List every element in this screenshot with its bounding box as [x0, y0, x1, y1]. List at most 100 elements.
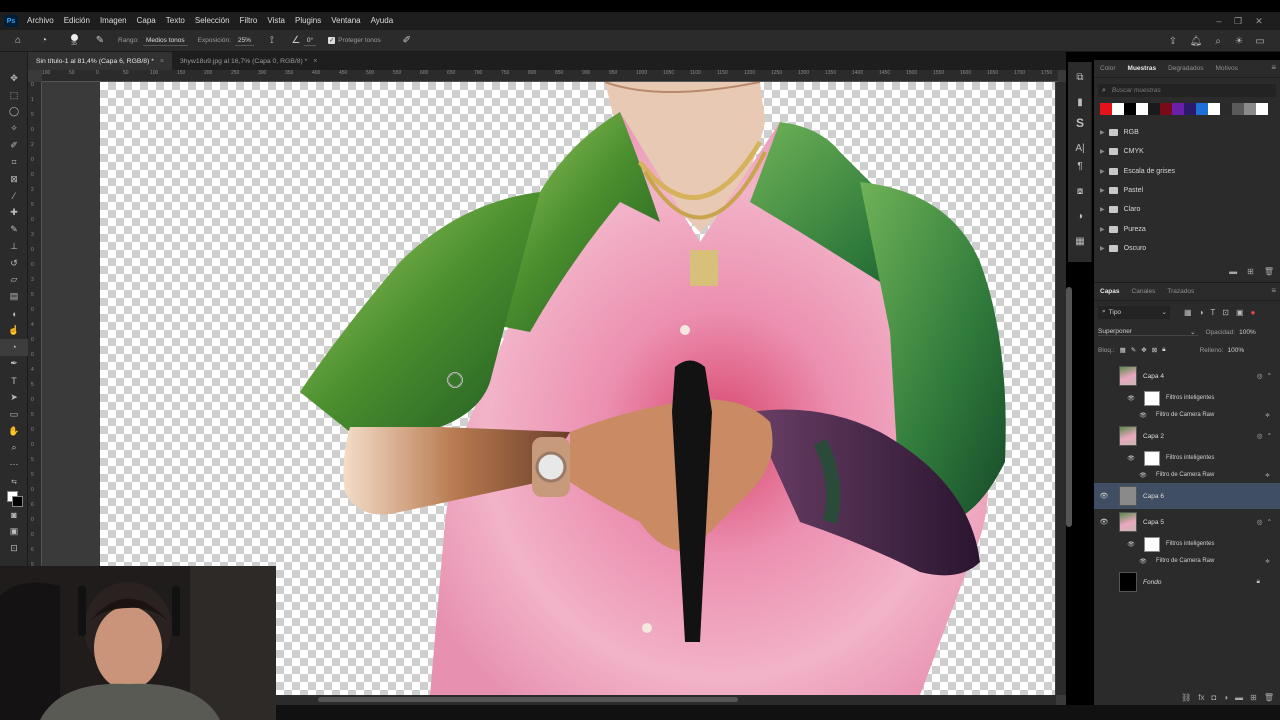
- link-layers-icon[interactable]: ⛓: [1181, 693, 1191, 702]
- filter-smart-icon[interactable]: ▣: [1236, 308, 1244, 317]
- smart-filters-row[interactable]: 👁︎ Filtros inteligentes: [1094, 535, 1280, 553]
- rectangle-tool-icon[interactable]: ▭: [0, 406, 28, 423]
- visibility-eye-icon[interactable]: 👁︎: [1124, 541, 1138, 548]
- stock-icon[interactable]: S: [1068, 114, 1092, 132]
- edit-toolbar-icon[interactable]: ⊡: [0, 540, 28, 557]
- color-swatch[interactable]: [1256, 103, 1268, 115]
- background-color[interactable]: [11, 495, 23, 507]
- menu-ayuda[interactable]: Ayuda: [366, 12, 399, 30]
- visibility-eye-icon[interactable]: 👁︎: [1136, 472, 1150, 479]
- swatch-folder-claro[interactable]: ▶ Claro: [1094, 200, 1280, 219]
- filter-mask-thumbnail[interactable]: [1144, 536, 1160, 552]
- lock-artboard-icon[interactable]: ⊠: [1152, 346, 1157, 354]
- type-tool-icon[interactable]: T: [0, 372, 28, 389]
- scroll-thumb[interactable]: [318, 697, 738, 702]
- color-swatches-icon[interactable]: [0, 490, 28, 507]
- close-tab-icon[interactable]: ×: [313, 58, 317, 65]
- more-tools-icon[interactable]: ⋯: [0, 456, 28, 473]
- screen-mode-icon[interactable]: ▣: [0, 524, 28, 541]
- filter-mask-thumbnail[interactable]: [1144, 450, 1160, 466]
- smudge-tool-icon[interactable]: ☝: [0, 322, 28, 339]
- layer-row[interactable]: Capa 4 ◎ ⌃: [1094, 363, 1280, 389]
- color-swatch[interactable]: [1112, 103, 1124, 115]
- camera-raw-filter-row[interactable]: 👁︎ Filtro de Camera Raw ≑: [1094, 467, 1280, 483]
- angle-input[interactable]: 0°: [303, 35, 317, 46]
- lock-transparent-icon[interactable]: ▦: [1120, 346, 1126, 354]
- visibility-eye-icon[interactable]: 👁︎: [1136, 558, 1150, 565]
- color-swatch[interactable]: [1184, 103, 1196, 115]
- exposure-input[interactable]: 25%: [234, 35, 254, 46]
- smart-filters-row[interactable]: 👁︎ Filtros inteligentes: [1094, 449, 1280, 467]
- layer-thumbnail[interactable]: [1119, 366, 1137, 386]
- swap-colors-icon[interactable]: ⇆: [0, 473, 28, 490]
- menu-edicion[interactable]: Edición: [59, 12, 95, 30]
- close-icon[interactable]: ✕: [1250, 12, 1268, 30]
- minimize-icon[interactable]: –: [1210, 12, 1228, 30]
- color-swatch[interactable]: [1244, 103, 1256, 115]
- filter-toggle-icon[interactable]: ●: [1251, 308, 1256, 317]
- layer-row[interactable]: Capa 2 ◎ ⌃: [1094, 423, 1280, 449]
- filter-options-icon[interactable]: ≑: [1265, 558, 1270, 565]
- tab-trazados[interactable]: Trazados: [1161, 283, 1200, 301]
- menu-seleccion[interactable]: Selección: [190, 12, 235, 30]
- delete-icon[interactable]: 🗑︎: [1264, 267, 1274, 276]
- eraser-tool-icon[interactable]: ▱: [0, 272, 28, 289]
- tab-3hyw18u9[interactable]: 3hyw18u9.jpg al 16,7% (Capa 0, RGB/8) * …: [172, 52, 325, 70]
- pressure-icon[interactable]: ✐: [399, 33, 415, 49]
- frame-tool-icon[interactable]: ⊠: [0, 171, 28, 188]
- lasso-tool-icon[interactable]: ◯: [0, 104, 28, 121]
- history-brush-tool-icon[interactable]: ↺: [0, 255, 28, 272]
- workspace-icon[interactable]: ▭: [1252, 33, 1268, 49]
- libraries-icon[interactable]: ⧇: [1068, 182, 1092, 200]
- layer-row[interactable]: 👁︎ Capa 5 ◎ ⌃: [1094, 509, 1280, 535]
- fill-input[interactable]: 100%: [1227, 347, 1244, 354]
- tab-capas[interactable]: Capas: [1094, 283, 1126, 301]
- properties-icon[interactable]: ▦: [1068, 232, 1092, 250]
- menu-texto[interactable]: Texto: [161, 12, 190, 30]
- color-swatch[interactable]: [1160, 103, 1172, 115]
- eyedropper-tool-icon[interactable]: ⁄: [0, 188, 28, 205]
- chevron-up-icon[interactable]: ⌃: [1267, 432, 1272, 440]
- close-tab-icon[interactable]: ×: [160, 58, 164, 65]
- swatch-search-input[interactable]: ⌕ Buscar muestras: [1098, 84, 1276, 97]
- crop-tool-icon[interactable]: ⌗: [0, 154, 28, 171]
- new-group-icon[interactable]: ▬: [1235, 693, 1243, 702]
- tab-color[interactable]: Color: [1094, 60, 1122, 78]
- airbrush-icon[interactable]: ⟟: [264, 33, 280, 49]
- lock-pixels-icon[interactable]: ✎: [1131, 346, 1136, 354]
- color-swatch[interactable]: [1148, 103, 1160, 115]
- chevron-up-icon[interactable]: ⌃: [1267, 372, 1272, 380]
- path-select-tool-icon[interactable]: ➤: [0, 389, 28, 406]
- visibility-eye-icon[interactable]: 👁︎: [1124, 455, 1138, 462]
- vertical-scrollbar[interactable]: [1056, 82, 1072, 695]
- healing-brush-tool-icon[interactable]: ✚: [0, 204, 28, 221]
- filter-type-icon[interactable]: T: [1210, 308, 1215, 317]
- home-icon[interactable]: ⌂: [10, 33, 26, 49]
- character-icon[interactable]: A|: [1068, 139, 1092, 157]
- menu-archivo[interactable]: Archivo: [22, 12, 59, 30]
- tab-degradados[interactable]: Degradados: [1162, 60, 1209, 78]
- filter-options-icon[interactable]: ≑: [1265, 472, 1270, 479]
- layer-thumbnail[interactable]: [1119, 572, 1137, 592]
- new-layer-icon[interactable]: ⊞: [1250, 693, 1257, 702]
- fx-icon[interactable]: fx: [1198, 693, 1204, 702]
- discover-icon[interactable]: ☀︎: [1231, 33, 1247, 49]
- filter-mask-thumbnail[interactable]: [1144, 390, 1160, 406]
- menu-filtro[interactable]: Filtro: [235, 12, 263, 30]
- visibility-eye-icon[interactable]: 👁︎: [1097, 518, 1111, 526]
- layer-thumbnail[interactable]: [1119, 512, 1137, 532]
- new-swatch-icon[interactable]: ⊞: [1247, 267, 1254, 276]
- swatch-folder-grayscale[interactable]: ▶ Escala de grises: [1094, 162, 1280, 181]
- filter-adjustment-icon[interactable]: ◑: [1199, 308, 1204, 317]
- search-icon[interactable]: ⌕: [1210, 33, 1226, 49]
- visibility-eye-icon[interactable]: 👁︎: [1097, 492, 1111, 500]
- color-swatch[interactable]: [1232, 103, 1244, 115]
- visibility-eye-icon[interactable]: 👁︎: [1124, 395, 1138, 402]
- chevron-up-icon[interactable]: ⌃: [1267, 518, 1272, 526]
- marquee-tool-icon[interactable]: ⬚: [0, 87, 28, 104]
- protect-tones-checkbox[interactable]: ✓: [328, 37, 336, 44]
- blur-tool-icon[interactable]: ◖: [0, 305, 28, 322]
- dodge-tool-icon[interactable]: ◔: [0, 338, 28, 356]
- filter-options-icon[interactable]: ≑: [1265, 412, 1270, 419]
- swatch-folder-pureza[interactable]: ▶ Pureza: [1094, 219, 1280, 238]
